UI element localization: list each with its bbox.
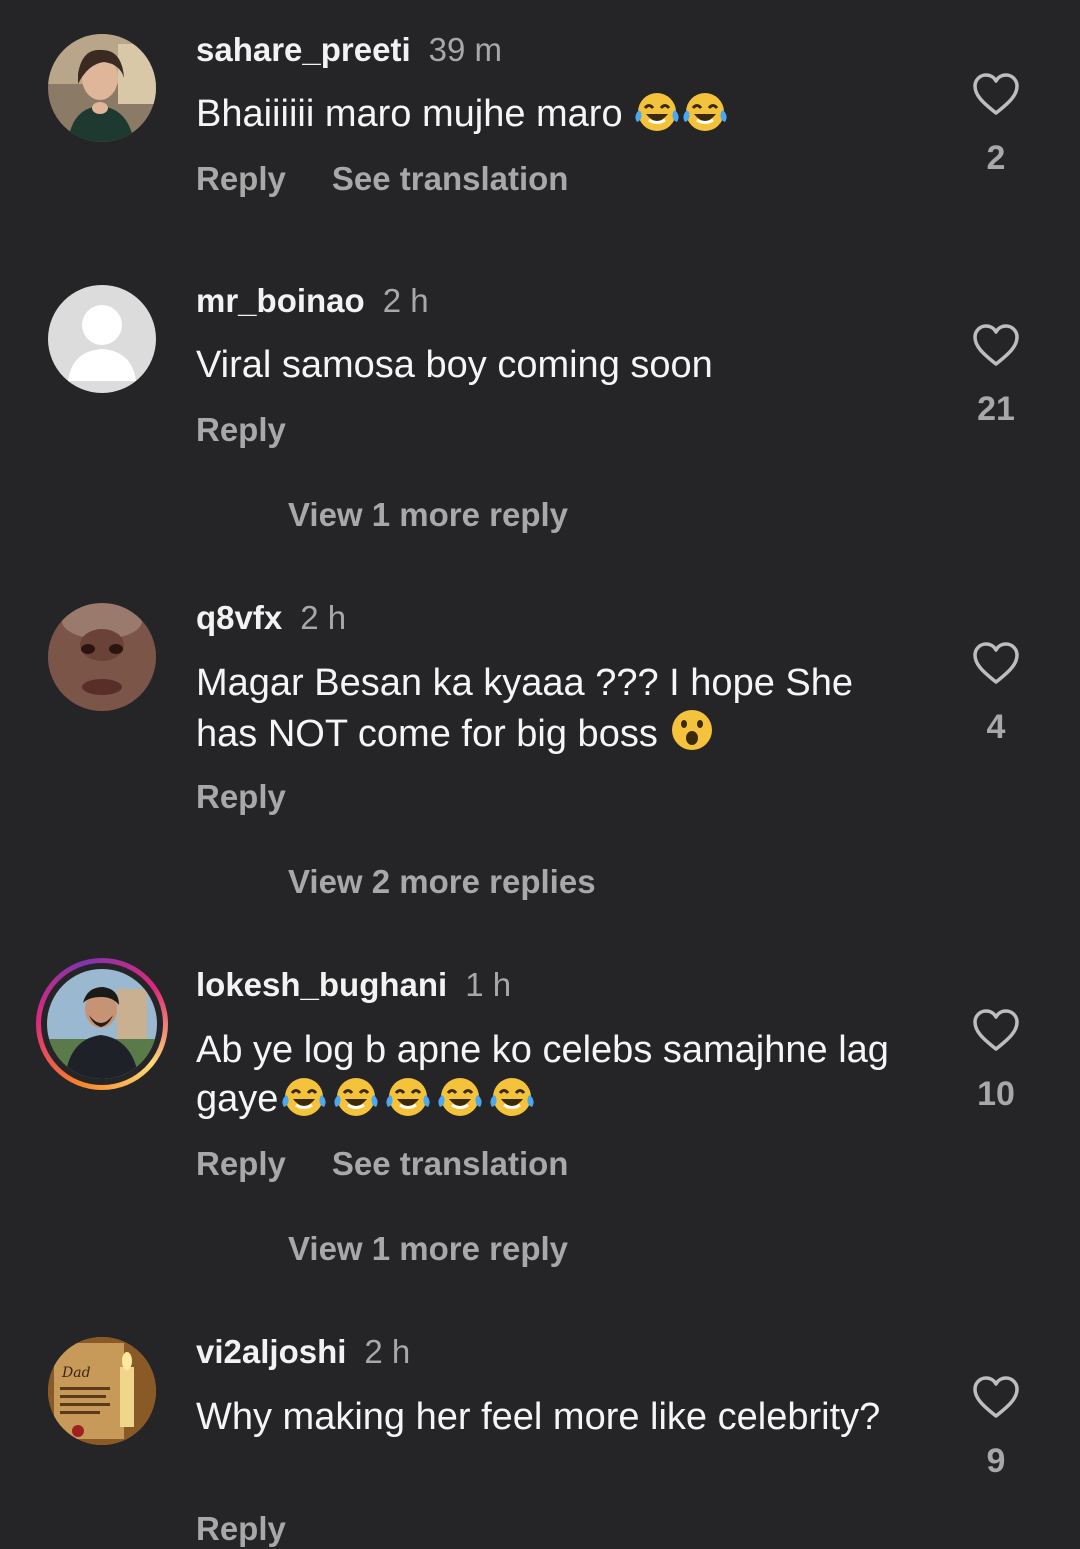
face-with-tears-of-joy-icon <box>681 92 729 145</box>
comment-timestamp: 2 h <box>300 599 347 636</box>
hushed-face-icon <box>668 708 716 765</box>
comment-username[interactable]: vi2aljoshi <box>196 1333 346 1370</box>
reply-button[interactable]: Reply <box>196 1510 286 1547</box>
like-control: 2 <box>966 72 1026 178</box>
heart-icon[interactable] <box>966 72 1026 116</box>
comment-body: Bhaiiiiii maro mujhe maro <box>196 93 623 135</box>
reply-button[interactable]: Reply <box>196 160 286 197</box>
reply-button[interactable]: Reply <box>196 778 286 815</box>
avatar[interactable] <box>48 603 156 711</box>
see-translation-button[interactable]: See translation <box>332 160 569 197</box>
view-replies-button[interactable]: View 1 more reply <box>288 1229 568 1269</box>
face-with-tears-of-joy-icon <box>278 1077 330 1130</box>
comment-text: Bhaiiiiii maro mujhe maro <box>196 90 916 145</box>
face-with-tears-of-joy-icon <box>382 1077 434 1130</box>
see-translation-button[interactable]: See translation <box>332 1145 569 1182</box>
face-with-tears-of-joy-icon <box>434 1077 486 1130</box>
avatar[interactable] <box>48 34 156 142</box>
comment-username[interactable]: lokesh_bughani <box>196 966 447 1003</box>
like-control: 9 <box>966 1375 1026 1481</box>
view-replies-button[interactable]: View 1 more reply <box>288 495 568 535</box>
face-with-tears-of-joy-icon <box>633 92 681 145</box>
avatar[interactable]: Dad <box>48 1337 156 1445</box>
reply-button[interactable]: Reply <box>196 411 286 448</box>
comment-username[interactable]: q8vfx <box>196 599 282 636</box>
like-count: 4 <box>986 708 1006 746</box>
heart-icon[interactable] <box>966 641 1026 685</box>
face-with-tears-of-joy-icon <box>486 1077 538 1130</box>
avatar[interactable] <box>48 285 156 393</box>
heart-icon[interactable] <box>966 1008 1026 1052</box>
like-count: 9 <box>986 1442 1006 1480</box>
reply-button[interactable]: Reply <box>196 1145 286 1182</box>
like-control: 4 <box>966 641 1026 747</box>
comment-body: Viral samosa boy coming soon <box>196 344 713 386</box>
comment-timestamp: 1 h <box>465 966 512 1003</box>
comment-username[interactable]: sahare_preeti <box>196 31 411 68</box>
like-count: 2 <box>986 139 1006 177</box>
like-count: 21 <box>977 390 1015 428</box>
heart-icon[interactable] <box>966 323 1026 367</box>
like-control: 10 <box>966 1008 1026 1114</box>
comment-timestamp: 2 h <box>382 282 429 319</box>
avatar-text: Dad <box>61 1365 91 1381</box>
heart-icon[interactable] <box>966 1375 1026 1419</box>
comment-username[interactable]: mr_boinao <box>196 282 365 319</box>
comment-timestamp: 39 m <box>428 31 503 68</box>
avatar <box>47 969 157 1079</box>
view-replies-button[interactable]: View 2 more replies <box>288 862 596 902</box>
comment-body: Magar Besan ka kyaaa ??? I hope She has … <box>196 662 854 755</box>
story-ring[interactable] <box>36 958 168 1090</box>
like-count: 10 <box>977 1075 1015 1113</box>
comment-timestamp: 2 h <box>364 1333 411 1370</box>
comment-body: Why making her feel more like celebrity? <box>196 1396 881 1438</box>
like-control: 21 <box>966 323 1026 429</box>
face-with-tears-of-joy-icon <box>330 1077 382 1130</box>
